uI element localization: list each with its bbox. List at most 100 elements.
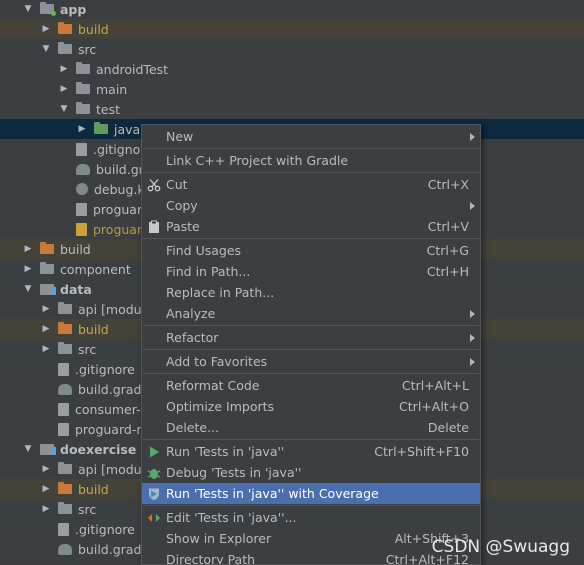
folder-icon [58, 342, 72, 354]
submenu-arrow-icon [470, 132, 475, 141]
file-icon [58, 422, 69, 436]
menu-item-debug-tests-in-java[interactable]: Debug 'Tests in 'java'' [142, 462, 480, 483]
menu-item-label: Show in Explorer [166, 531, 272, 546]
tree-item-label: java [114, 121, 141, 137]
expand-down-icon[interactable]: ▼ [40, 44, 52, 54]
menu-item-add-to-favorites[interactable]: Add to Favorites [142, 351, 480, 372]
menu-item-label: Reformat Code [166, 378, 260, 393]
menu-item-replace-in-path[interactable]: Replace in Path... [142, 282, 480, 303]
menu-item-label: Link C++ Project with Gradle [166, 153, 349, 168]
menu-item-delete[interactable]: Delete... Delete [142, 417, 480, 438]
tree-row[interactable]: ▶ androidTest [0, 59, 584, 79]
tree-row[interactable]: ▶ main [0, 79, 584, 99]
folder-icon [40, 262, 54, 274]
menu-item-refactor[interactable]: Refactor [142, 327, 480, 348]
menu-item-shortcut: Ctrl+Shift+F10 [374, 444, 469, 459]
clipboard-icon [147, 220, 161, 234]
menu-item-optimize-imports[interactable]: Optimize Imports Ctrl+Alt+O [142, 396, 480, 417]
menu-separator [143, 505, 479, 506]
file-icon [76, 202, 87, 216]
file-gold-icon [76, 222, 87, 236]
menu-item-label: Add to Favorites [166, 354, 268, 369]
expand-right-icon[interactable]: ▶ [22, 264, 34, 274]
folder-icon [58, 42, 72, 54]
menu-item-show-in-explorer[interactable]: Show in Explorer Alt+Shift+3 [142, 528, 480, 549]
menu-item-run-tests-in-java-with-coverage[interactable]: Run 'Tests in 'java'' with Coverage [142, 483, 480, 504]
expand-down-icon[interactable]: ▼ [58, 104, 70, 114]
tree-row[interactable]: ▼ src [0, 39, 584, 59]
expand-right-icon[interactable]: ▶ [40, 484, 52, 494]
expand-down-icon[interactable]: ▼ [22, 284, 34, 294]
menu-item-label: Refactor [166, 330, 219, 345]
run-icon [147, 445, 161, 459]
expand-right-icon[interactable]: ▶ [58, 84, 70, 94]
menu-item-label: Copy [166, 198, 198, 213]
debug-icon [147, 466, 161, 480]
tree-row[interactable]: ▼ test [0, 99, 584, 119]
menu-item-shortcut: Delete [427, 420, 469, 435]
expand-right-icon[interactable]: ▶ [76, 124, 88, 134]
tree-item-label: component [60, 261, 131, 277]
folder-green-icon [94, 122, 108, 134]
menu-separator [143, 148, 479, 149]
module-folder-icon [40, 2, 56, 16]
folder-icon [58, 462, 72, 474]
menu-item-new[interactable]: New [142, 126, 480, 147]
file-icon [58, 362, 69, 376]
menu-item-find-usages[interactable]: Find Usages Ctrl+G [142, 240, 480, 261]
menu-item-analyze[interactable]: Analyze [142, 303, 480, 324]
expand-right-icon[interactable]: ▶ [58, 64, 70, 74]
expand-right-icon[interactable]: ▶ [40, 304, 52, 314]
menu-separator [143, 373, 479, 374]
menu-item-reformat-code[interactable]: Reformat Code Ctrl+Alt+L [142, 375, 480, 396]
menu-item-shortcut: Ctrl+Alt+O [399, 399, 469, 414]
menu-item-label: Find Usages [166, 243, 242, 258]
expand-right-icon[interactable]: ▶ [40, 344, 52, 354]
expand-right-icon[interactable]: ▶ [40, 464, 52, 474]
tree-item-label: test [96, 101, 121, 117]
folder-icon [76, 62, 90, 74]
tree-row[interactable]: ▶ build [0, 19, 584, 39]
menu-item-link-c-project-with-gradle[interactable]: Link C++ Project with Gradle [142, 150, 480, 171]
menu-item-shortcut: Ctrl+V [427, 219, 469, 234]
menu-item-edit-tests-in-java[interactable]: Edit 'Tests in 'java''... [142, 507, 480, 528]
expand-down-icon[interactable]: ▼ [22, 4, 34, 14]
menu-item-label: Delete... [166, 420, 219, 435]
menu-separator [143, 439, 479, 440]
folder-orange-icon [58, 322, 72, 334]
submenu-arrow-icon [470, 309, 475, 318]
menu-item-paste[interactable]: Paste Ctrl+V [142, 216, 480, 237]
scissors-icon [147, 178, 161, 192]
tree-row[interactable]: ▼ app [0, 0, 584, 19]
expand-right-icon[interactable]: ▶ [40, 504, 52, 514]
menu-item-label: Optimize Imports [166, 399, 275, 414]
expand-right-icon[interactable]: ▶ [40, 24, 52, 34]
menu-item-shortcut: Ctrl+X [427, 177, 469, 192]
menu-item-find-in-path[interactable]: Find in Path... Ctrl+H [142, 261, 480, 282]
menu-item-label: New [166, 129, 194, 144]
file-icon [76, 142, 87, 156]
tree-item-label: .gitignore [75, 361, 135, 377]
menu-separator [143, 349, 479, 350]
tree-item-label: data [60, 281, 92, 297]
folder-icon [58, 502, 72, 514]
file-icon [58, 522, 69, 536]
submenu-arrow-icon [470, 201, 475, 210]
expand-right-icon[interactable]: ▶ [22, 244, 34, 254]
tree-item-label: src [78, 41, 97, 57]
expand-right-icon[interactable]: ▶ [40, 324, 52, 334]
expand-down-icon[interactable]: ▼ [22, 444, 34, 454]
module-icon [40, 443, 56, 455]
tree-item-label: src [78, 341, 97, 357]
tree-item-label: main [96, 81, 128, 97]
tree-item-label: doexercise [60, 441, 137, 457]
tree-item-label: build [78, 21, 109, 37]
keystore-icon [76, 183, 88, 195]
menu-item-label: Run 'Tests in 'java'' with Coverage [166, 486, 379, 501]
menu-item-cut[interactable]: Cut Ctrl+X [142, 174, 480, 195]
tree-item-label: build [78, 321, 109, 337]
menu-item-copy[interactable]: Copy [142, 195, 480, 216]
coverage-icon [147, 487, 161, 501]
menu-item-directory-path[interactable]: Directory Path Ctrl+Alt+F12 [142, 549, 480, 564]
menu-item-run-tests-in-java[interactable]: Run 'Tests in 'java'' Ctrl+Shift+F10 [142, 441, 480, 462]
